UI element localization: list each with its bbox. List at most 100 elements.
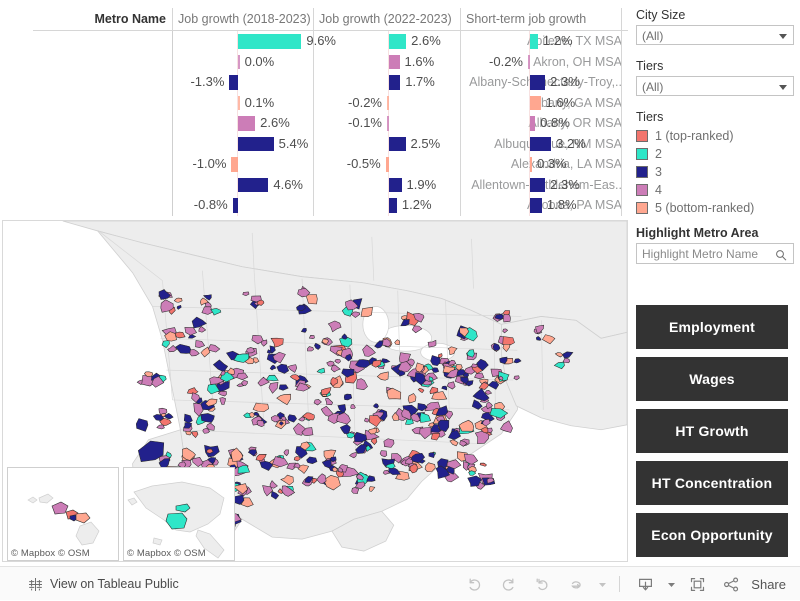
table-row[interactable]: Albuquerque, NM MSA 5.4% 2.5% 3.2% bbox=[0, 133, 628, 154]
value-job-growth-2022-2023: 1.9% bbox=[406, 176, 437, 192]
bar-job-growth-2022-2023[interactable] bbox=[389, 34, 407, 49]
column-header-short-term-job-growth[interactable]: Short-term job growth bbox=[466, 8, 616, 30]
bar-short-term-job-growth[interactable] bbox=[530, 34, 538, 49]
value-job-growth-2018-2023: -0.8% bbox=[193, 197, 228, 212]
bar-job-growth-2022-2023[interactable] bbox=[387, 116, 389, 131]
table-body: Abilene, TX MSA 9.6% 2.6% 1.2% Akron, OH MSA… bbox=[0, 31, 628, 216]
bar-job-growth-2022-2023[interactable] bbox=[389, 177, 402, 192]
share-label[interactable]: Share bbox=[751, 577, 786, 592]
value-job-growth-2022-2023: 1.7% bbox=[405, 74, 435, 89]
legend-swatch-icon bbox=[636, 202, 648, 214]
metro-name-cell[interactable]: Altoona, PA MSA bbox=[456, 195, 628, 216]
header-divider-4 bbox=[621, 8, 622, 30]
metric-button-wages[interactable]: Wages bbox=[636, 357, 788, 401]
value-short-term-job-growth: 1.6% bbox=[545, 94, 576, 110]
bar-job-growth-2018-2023[interactable] bbox=[238, 177, 269, 192]
bar-job-growth-2022-2023[interactable] bbox=[389, 136, 406, 151]
column-header-job-growth-2018-2023[interactable]: Job growth (2018-2023) bbox=[178, 8, 318, 30]
metric-button-econ-opportunity[interactable]: Econ Opportunity bbox=[636, 513, 788, 557]
bar-short-term-job-growth[interactable] bbox=[530, 177, 546, 192]
header-divider-2 bbox=[313, 8, 314, 30]
column-header-metro-name[interactable]: Metro Name bbox=[0, 8, 166, 30]
table-row[interactable]: Akron, OH MSA 0.0% 1.6% -0.2% bbox=[0, 51, 628, 73]
metro-name-cell[interactable]: Akron, OH MSA bbox=[456, 52, 628, 73]
table-row[interactable]: Albany-Schenectady-Troy,.. -1.3% 1.7% 2.3% bbox=[0, 72, 628, 93]
highlight-metro-search[interactable]: Highlight Metro Name bbox=[636, 243, 794, 264]
table-row[interactable]: Abilene, TX MSA 9.6% 2.6% 1.2% bbox=[0, 31, 628, 52]
bar-job-growth-2018-2023[interactable] bbox=[238, 136, 274, 151]
tiers-legend: 1 (top-ranked) 2 3 4 5 (bottom-ranked) bbox=[636, 127, 794, 217]
bar-short-term-job-growth[interactable] bbox=[530, 116, 536, 131]
legend-item-label: 3 bbox=[655, 165, 662, 179]
legend-item-tier-4[interactable]: 4 bbox=[636, 181, 794, 199]
pause-dropdown-icon[interactable] bbox=[593, 567, 611, 601]
legend-item-tier-1[interactable]: 1 (top-ranked) bbox=[636, 127, 794, 145]
metric-button-ht-concentration[interactable]: HT Concentration bbox=[636, 461, 788, 505]
metro-polygon[interactable] bbox=[246, 347, 255, 354]
metro-polygon[interactable] bbox=[307, 346, 314, 352]
legend-item-tier-5[interactable]: 5 (bottom-ranked) bbox=[636, 199, 794, 217]
metro-polygon[interactable] bbox=[237, 465, 250, 474]
bar-job-growth-2018-2023[interactable] bbox=[238, 54, 240, 69]
table-row[interactable]: Altoona, PA MSA -0.8% 1.2% 1.8% bbox=[0, 195, 628, 216]
metric-button-ht-growth[interactable]: HT Growth bbox=[636, 409, 788, 453]
undo-icon[interactable] bbox=[457, 567, 491, 601]
download-icon[interactable] bbox=[628, 567, 662, 601]
tiers-dropdown[interactable]: (All) bbox=[636, 76, 794, 96]
bar-job-growth-2022-2023[interactable] bbox=[389, 75, 401, 90]
value-job-growth-2022-2023: -0.1% bbox=[348, 115, 382, 130]
metro-polygon[interactable] bbox=[360, 306, 373, 318]
alaska-inset[interactable]: © Mapbox © OSM bbox=[123, 467, 235, 561]
share-icon[interactable] bbox=[714, 567, 748, 601]
legend-item-tier-3[interactable]: 3 bbox=[636, 163, 794, 181]
refresh-icon[interactable] bbox=[559, 567, 593, 601]
value-short-term-job-growth: 0.8% bbox=[540, 115, 570, 130]
bar-short-term-job-growth[interactable] bbox=[530, 136, 552, 151]
fullscreen-icon[interactable] bbox=[680, 567, 714, 601]
legend-item-tier-2[interactable]: 2 bbox=[636, 145, 794, 163]
download-dropdown-icon[interactable] bbox=[662, 567, 680, 601]
bar-job-growth-2018-2023[interactable] bbox=[238, 34, 302, 49]
bar-short-term-job-growth[interactable] bbox=[530, 198, 542, 213]
bar-short-term-job-growth[interactable] bbox=[530, 75, 546, 90]
bar-job-growth-2018-2023[interactable] bbox=[232, 198, 238, 213]
table-row[interactable]: Albany, GA MSA 0.1% -0.2% 1.6% bbox=[0, 92, 628, 114]
metro-name-cell[interactable]: Albany, GA MSA bbox=[456, 93, 628, 114]
table-row[interactable]: Allentown-Bethlehem-Eas.. 4.6% 1.9% 2.3% bbox=[0, 174, 628, 195]
legend-item-label: 2 bbox=[655, 147, 662, 161]
bar-job-growth-2022-2023[interactable] bbox=[387, 95, 389, 110]
value-job-growth-2022-2023: -0.2% bbox=[348, 94, 382, 110]
value-short-term-job-growth: 1.2% bbox=[542, 33, 573, 48]
choropleth-map[interactable]: © Mapbox © OSM © Mapbox © OSM bbox=[2, 220, 628, 562]
bar-job-growth-2018-2023[interactable] bbox=[238, 95, 240, 110]
metric-button-employment[interactable]: Employment bbox=[636, 305, 788, 349]
value-job-growth-2022-2023: 1.6% bbox=[404, 53, 435, 69]
bar-job-growth-2018-2023[interactable] bbox=[231, 157, 238, 172]
bar-job-growth-2022-2023[interactable] bbox=[385, 157, 389, 172]
bar-short-term-job-growth[interactable] bbox=[530, 95, 541, 110]
metro-polygon[interactable] bbox=[308, 335, 315, 339]
controls-panel: City Size (All) Tiers (All) Tiers 1 (top… bbox=[636, 8, 794, 264]
highlight-metro-placeholder: Highlight Metro Name bbox=[642, 247, 759, 261]
bar-short-term-job-growth[interactable] bbox=[530, 157, 532, 172]
city-size-dropdown[interactable]: (All) bbox=[636, 25, 794, 45]
metro-polygon[interactable] bbox=[252, 402, 270, 413]
bar-short-term-job-growth[interactable] bbox=[528, 54, 530, 69]
view-on-tableau-public-link[interactable]: View on Tableau Public bbox=[28, 567, 179, 601]
revert-icon[interactable] bbox=[525, 567, 559, 601]
column-header-job-growth-2022-2023[interactable]: Job growth (2022-2023) bbox=[319, 8, 459, 30]
bar-job-growth-2018-2023[interactable] bbox=[229, 75, 238, 90]
bar-job-growth-2018-2023[interactable] bbox=[238, 116, 256, 131]
value-job-growth-2022-2023: 1.2% bbox=[401, 197, 432, 212]
value-job-growth-2018-2023: -1.3% bbox=[190, 74, 225, 89]
metric-button-label: Econ Opportunity bbox=[651, 527, 773, 543]
bar-job-growth-2022-2023[interactable] bbox=[389, 198, 397, 213]
bar-job-growth-2022-2023[interactable] bbox=[389, 54, 400, 69]
value-job-growth-2018-2023: 0.0% bbox=[244, 53, 275, 69]
legend-swatch-icon bbox=[636, 130, 648, 142]
table-row[interactable]: Albany, OR MSA 2.6% -0.1% 0.8% bbox=[0, 113, 628, 134]
redo-icon[interactable] bbox=[491, 567, 525, 601]
legend-item-label: 1 (top-ranked) bbox=[655, 129, 734, 143]
table-row[interactable]: Alexandria, LA MSA -1.0% -0.5% 0.3% bbox=[0, 154, 628, 175]
hawaii-inset[interactable]: © Mapbox © OSM bbox=[7, 467, 119, 561]
